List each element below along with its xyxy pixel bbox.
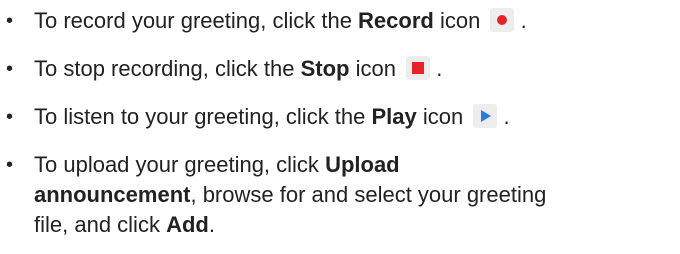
record-dot	[497, 15, 508, 25]
instruction-list: • To record your greeting, click the Rec…	[0, 0, 680, 240]
stop-square	[412, 62, 425, 74]
play-triangle	[481, 110, 492, 122]
item-bold: Record	[358, 8, 434, 33]
item-bold: Add	[166, 212, 209, 237]
item-end: .	[514, 8, 527, 33]
stop-icon	[406, 56, 431, 80]
item-text: To listen to your greeting, click the	[34, 104, 372, 129]
list-item-play: • To listen to your greeting, click the …	[0, 102, 680, 132]
list-item-stop: • To stop recording, click the Stop icon…	[0, 54, 680, 84]
bullet: •	[6, 106, 14, 128]
item-wrap: To upload your greeting, click Upload an…	[34, 150, 554, 240]
item-end: .	[430, 56, 443, 81]
record-icon	[490, 8, 515, 32]
bullet: •	[6, 10, 14, 32]
item-text: To upload your greeting, click	[34, 152, 326, 177]
item-bold: Play	[371, 104, 417, 129]
item-end: .	[208, 212, 215, 237]
play-icon	[473, 104, 498, 128]
item-text: icon	[433, 8, 481, 33]
item-end: .	[497, 104, 510, 129]
item-text: icon	[349, 56, 396, 81]
bullet: •	[6, 154, 14, 176]
list-item-record: • To record your greeting, click the Rec…	[0, 6, 680, 36]
item-text: icon	[416, 104, 464, 129]
list-item-upload: • To upload your greeting, click Upload …	[0, 150, 680, 240]
item-text: To stop recording, click the	[34, 56, 301, 81]
item-text: To record your greeting, click the	[34, 8, 359, 33]
item-bold: Stop	[300, 56, 350, 81]
bullet: •	[6, 58, 14, 80]
